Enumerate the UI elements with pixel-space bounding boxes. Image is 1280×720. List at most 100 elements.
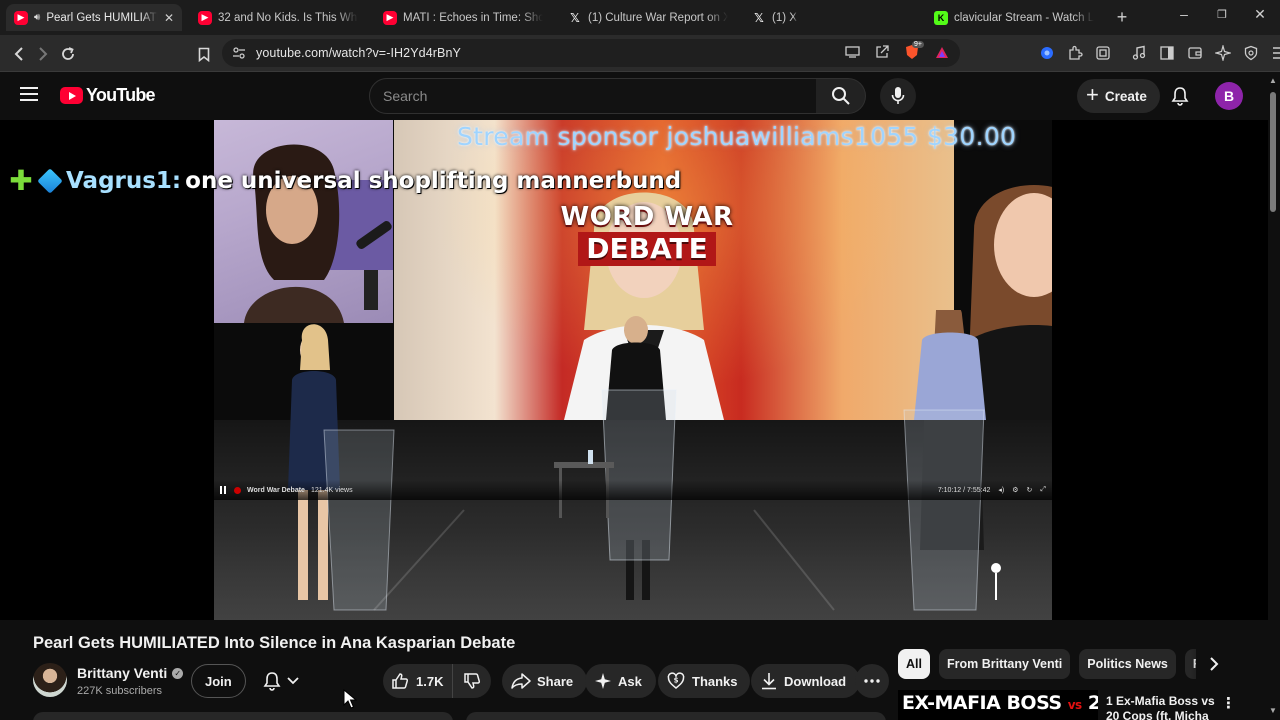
video-player-area[interactable]: WORD WAR DEBATE Stream sponsor joshuawil… — [0, 120, 1268, 620]
bell-icon — [1171, 87, 1189, 106]
search-button[interactable] — [816, 78, 866, 114]
tab-title: MATI : Echoes in Time: Shoe0nhe — [403, 11, 543, 24]
dislike-button[interactable] — [453, 672, 491, 690]
bell-icon — [263, 672, 281, 691]
inner-timestamp: 7:10:12 / 7:55:42 — [937, 486, 991, 494]
back-icon[interactable] — [8, 43, 30, 65]
chip-politics-news[interactable]: Politics News — [1079, 649, 1176, 679]
site-info-icon[interactable] — [232, 47, 246, 59]
restore-icon[interactable]: ❐ — [1212, 8, 1232, 21]
share-button[interactable]: Share — [502, 664, 588, 698]
browser-tab-strip: ▶ 🔊︎ Pearl Gets HUMILIATED In ✕ ▶ 32 and… — [0, 0, 1280, 35]
chevron-right-icon[interactable] — [1202, 652, 1226, 676]
ask-label: Ask — [618, 673, 642, 689]
plus-icon: + — [1086, 82, 1099, 107]
chip-from-channel[interactable]: From Brittany Venti — [938, 649, 1071, 679]
browser-tab-active[interactable]: ▶ 🔊︎ Pearl Gets HUMILIATED In ✕ — [6, 4, 182, 31]
stage-scene — [288, 310, 1001, 611]
screenshot-icon[interactable] — [1094, 44, 1112, 62]
download-button[interactable]: Download — [751, 664, 861, 698]
volume-icon[interactable]: ◂) — [998, 486, 1004, 494]
brave-shields-icon[interactable]: 9+ — [904, 41, 924, 60]
notifications-button[interactable] — [1168, 84, 1192, 108]
chat-username: Vagrus1: — [66, 168, 182, 194]
ask-button[interactable]: Ask — [585, 664, 656, 698]
search-box[interactable] — [369, 78, 817, 114]
music-icon[interactable] — [1130, 44, 1148, 62]
address-bar[interactable]: youtube.com/watch?v=-IH2Yd4rBnY 9+ — [222, 39, 960, 67]
channel-avatar[interactable] — [33, 663, 67, 697]
bookmark-icon[interactable] — [193, 43, 215, 65]
youtube-play-icon — [60, 87, 83, 104]
browser-tab[interactable]: 𝕏 (1) Culture War Report on X: "DC — [560, 4, 736, 31]
close-tab-icon[interactable]: ✕ — [164, 11, 174, 25]
more-vertical-icon[interactable]: ⋮ — [1221, 694, 1236, 712]
description-box[interactable] — [33, 712, 453, 720]
scroll-down-icon[interactable]: ▼ — [1269, 706, 1277, 715]
subscriber-count: 227K subscribers — [77, 685, 162, 697]
loop-icon[interactable]: ↻ — [1027, 486, 1033, 494]
thanks-button[interactable]: $ Thanks — [658, 664, 750, 698]
share-label: Share — [537, 673, 574, 689]
vpn-icon[interactable] — [1242, 44, 1260, 62]
youtube-logo[interactable]: YouTube — [60, 85, 156, 106]
tab-title: (1) X — [772, 11, 797, 24]
subscription-notifications-button[interactable] — [249, 664, 313, 698]
menu-icon[interactable] — [20, 87, 38, 101]
browser-menu-icon[interactable] — [1270, 44, 1280, 62]
brave-badge: 9+ — [912, 41, 924, 48]
share-page-icon[interactable] — [874, 44, 890, 60]
browser-tab[interactable]: ▶ 32 and No Kids. Is This Why I am — [190, 4, 366, 31]
recommended-video-thumbnail[interactable]: EX-MAFIA BOSS vs 20 COPS — [898, 690, 1098, 720]
youtube-icon: ▶ — [383, 10, 397, 25]
tab-title: Pearl Gets HUMILIATED In — [46, 11, 158, 24]
video-title: Pearl Gets HUMILIATED Into Silence in An… — [33, 634, 516, 652]
channel-name-row[interactable]: Brittany Venti ✓ — [77, 665, 184, 681]
browser-tab[interactable]: ▶ MATI : Echoes in Time: Shoe0nhe — [375, 4, 551, 31]
inner-video-controls: Word War Debate 121.4K views 7:10:12 / 7… — [214, 480, 1052, 500]
page-scrollbar-thumb[interactable] — [1270, 92, 1276, 212]
speaker-icon[interactable]: 🔊︎ — [34, 12, 40, 23]
scroll-up-icon[interactable]: ▲ — [1269, 76, 1277, 85]
minimize-icon[interactable]: – — [1174, 6, 1194, 22]
channel-name[interactable]: Brittany Venti — [77, 665, 167, 681]
thumb-text-b: 20 COPS — [1087, 692, 1098, 714]
sidebar-icon[interactable] — [1158, 44, 1176, 62]
leo-ai-icon[interactable] — [1214, 44, 1232, 62]
sponsor-overlay: Stream sponsor joshuawilliams1055 $30.00 — [457, 122, 1017, 151]
account-avatar[interactable]: B — [1215, 82, 1243, 110]
pause-icon[interactable] — [220, 486, 228, 494]
video-frame[interactable]: WORD WAR DEBATE Stream sponsor joshuawil… — [214, 120, 1052, 620]
create-label: Create — [1104, 88, 1147, 104]
fullscreen-icon[interactable]: ⤢ — [1040, 486, 1046, 494]
join-button[interactable]: Join — [191, 664, 246, 698]
extensions-puzzle-icon[interactable] — [1066, 44, 1084, 62]
join-label: Join — [205, 673, 232, 689]
brave-rewards-icon[interactable] — [934, 44, 950, 60]
more-actions-button[interactable] — [855, 664, 889, 698]
reload-icon[interactable] — [57, 43, 79, 65]
inner-view-count: 121.4K views — [310, 486, 353, 494]
chat-text: one universal shoplifting mannerbund — [185, 168, 682, 194]
new-tab-button[interactable]: + — [1112, 7, 1132, 28]
thumb-vs: vs — [1067, 698, 1082, 712]
settings-icon[interactable]: ⚙ — [1012, 486, 1018, 494]
voice-search-button[interactable] — [880, 78, 916, 114]
browser-tab[interactable]: 𝕏 (1) X — [744, 4, 920, 31]
comments-box[interactable] — [466, 712, 886, 720]
like-button[interactable]: 1.7K — [383, 664, 453, 698]
cast-icon[interactable] — [844, 44, 860, 60]
search-input[interactable] — [383, 88, 816, 104]
recommended-video-title[interactable]: 1 Ex-Mafia Boss vs 20 Cops (ft. Micha — [1106, 694, 1216, 720]
youtube-icon: ▶ — [198, 10, 212, 25]
forward-icon[interactable] — [32, 43, 54, 65]
download-icon — [762, 673, 776, 690]
chip-all[interactable]: All — [898, 649, 930, 679]
youtube-logo-text: YouTube — [86, 85, 156, 105]
create-button[interactable]: + Create — [1077, 79, 1160, 113]
browser-tab[interactable]: K clavicular Stream - Watch Live o — [926, 4, 1102, 31]
chip-related[interactable]: Re — [1184, 649, 1196, 679]
extension-blue-icon[interactable] — [1038, 44, 1056, 62]
close-window-icon[interactable]: ✕ — [1250, 6, 1270, 23]
wallet-icon[interactable] — [1186, 44, 1204, 62]
